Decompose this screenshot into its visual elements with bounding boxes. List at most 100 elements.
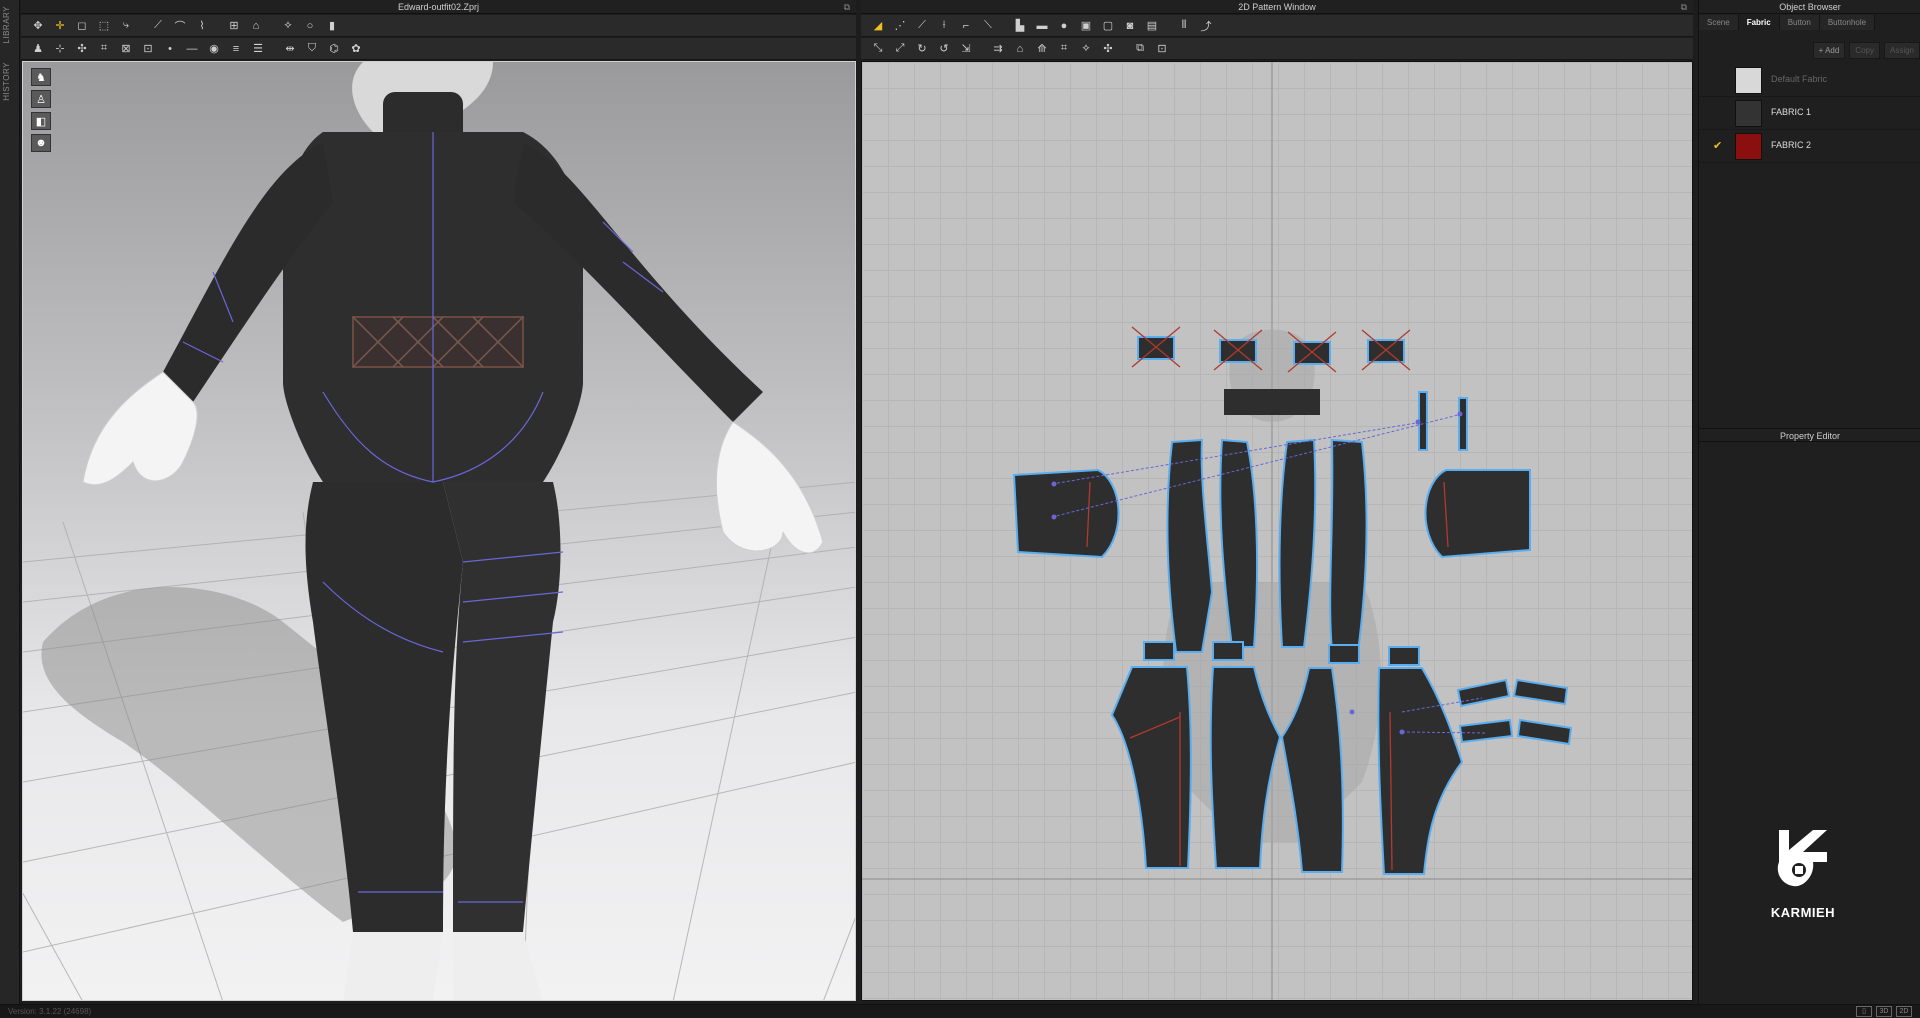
transform-texture-icon[interactable]: ⤢ xyxy=(891,40,909,58)
garment-fit-icon[interactable]: ⌬ xyxy=(325,40,343,58)
pattern-piece-back-right[interactable] xyxy=(1329,438,1368,653)
pattern-piece-band[interactable] xyxy=(1456,678,1511,708)
library-tab[interactable]: LIBRARY xyxy=(2,6,11,44)
pattern-piece-cuff[interactable] xyxy=(1137,336,1175,360)
tack-icon[interactable]: ✣ xyxy=(73,40,91,58)
ellipse-icon[interactable]: ⟍ xyxy=(979,17,997,35)
fabric-item[interactable]: Default Fabric xyxy=(1699,64,1920,97)
pattern-piece-front-left[interactable] xyxy=(1166,438,1214,653)
assign-fabric-button[interactable]: Assign xyxy=(1883,42,1920,59)
layout-2d-icon[interactable]: 2D xyxy=(1896,1006,1912,1017)
sew-check-icon[interactable]: ⟡ xyxy=(1077,40,1095,58)
internal-circle-icon[interactable]: ● xyxy=(1055,17,1073,35)
sew-icon[interactable]: ⌗ xyxy=(95,40,113,58)
tab-fabric[interactable]: Fabric xyxy=(1738,15,1780,30)
viewport-3d[interactable]: ♞ ♙ ◧ ☻ xyxy=(22,61,856,1001)
shirring-icon[interactable]: ☰ xyxy=(249,40,267,58)
internal-rect-icon[interactable]: ▬ xyxy=(1033,17,1051,35)
pattern-piece-pant-front[interactable] xyxy=(1110,666,1192,869)
free-sewing-icon[interactable]: ▤ xyxy=(1143,17,1161,35)
pattern-piece-band[interactable] xyxy=(1512,678,1569,706)
measure-icon[interactable]: — xyxy=(183,40,201,58)
notch-icon[interactable]: ▢ xyxy=(1099,17,1117,35)
garment-icon[interactable]: ⌂ xyxy=(247,17,265,35)
layout-3d-icon[interactable]: 3D xyxy=(1876,1006,1892,1017)
box-select-icon[interactable]: ⬚ xyxy=(95,17,113,35)
internal-line-icon[interactable]: ▙ xyxy=(1011,17,1029,35)
point-icon[interactable]: • xyxy=(161,40,179,58)
pattern-piece-collar[interactable] xyxy=(1224,389,1320,415)
history-tab[interactable]: HISTORY xyxy=(2,62,11,101)
stitch-icon[interactable]: ≡ xyxy=(227,40,245,58)
select-icon[interactable]: ◻ xyxy=(73,17,91,35)
layout-single-icon[interactable]: ▯ xyxy=(1856,1006,1872,1017)
transform-icon[interactable]: ✛ xyxy=(51,17,69,35)
tab-buttonhole[interactable]: Buttonhole xyxy=(1819,15,1876,30)
simulation-icon[interactable]: ✿ xyxy=(347,40,365,58)
cut-curve-icon[interactable]: ↺ xyxy=(935,40,953,58)
curve-point-icon[interactable]: ⟋ xyxy=(913,17,931,35)
fitting-icon[interactable]: ⛉ xyxy=(303,40,321,58)
polygon-icon[interactable]: ⟊ xyxy=(935,17,953,35)
undock-icon[interactable]: ⧉ xyxy=(1681,0,1687,14)
tape-icon[interactable]: ◉ xyxy=(205,40,223,58)
curve-icon[interactable]: ⌒ xyxy=(171,17,189,35)
undock-icon[interactable]: ⧉ xyxy=(844,0,850,14)
panel2d-header: 2D Pattern Window ⧉ xyxy=(861,0,1693,14)
tab-scene[interactable]: Scene xyxy=(1699,15,1739,30)
pattern-piece-waist[interactable] xyxy=(1328,644,1360,664)
line-icon[interactable]: ⟋ xyxy=(149,17,167,35)
fold-arrangement-icon[interactable]: ⊠ xyxy=(117,40,135,58)
avatar-icon[interactable]: ♟ xyxy=(29,40,47,58)
fold-icon[interactable]: ⌂ xyxy=(1011,40,1029,58)
skin-offset-icon[interactable]: ⊡ xyxy=(139,40,157,58)
arrange-icon[interactable]: ○ xyxy=(301,17,319,35)
viewport-2d[interactable] xyxy=(861,61,1693,1001)
point-icon[interactable]: ⋰ xyxy=(891,17,909,35)
dart-icon[interactable]: ▣ xyxy=(1077,17,1095,35)
rotate-icon[interactable]: ↻ xyxy=(913,40,931,58)
pattern-piece-strip[interactable] xyxy=(1458,397,1468,451)
seam-icon[interactable]: ⟡ xyxy=(279,17,297,35)
tab-button[interactable]: Button xyxy=(1779,15,1820,30)
split-icon[interactable]: ⇲ xyxy=(957,40,975,58)
grain-icon[interactable]: ⇉ xyxy=(989,40,1007,58)
pattern-piece-waist[interactable] xyxy=(1212,641,1244,661)
display-skin-icon[interactable]: ☻ xyxy=(31,134,51,152)
cut-icon[interactable]: ⤷ xyxy=(117,17,135,35)
symmetry-icon[interactable]: ⟰ xyxy=(1033,40,1051,58)
segment-sewing-icon[interactable]: ◙ xyxy=(1121,17,1139,35)
fabric-item[interactable]: ✔ FABRIC 2 xyxy=(1699,130,1920,163)
display-avatar-icon[interactable]: ♞ xyxy=(31,68,51,86)
pattern-piece-band[interactable] xyxy=(1516,718,1573,746)
pattern-piece-right-sleeve[interactable] xyxy=(1424,469,1531,559)
notch-icon[interactable]: ✣ xyxy=(1099,40,1117,58)
fabric-item[interactable]: FABRIC 1 xyxy=(1699,97,1920,130)
pattern-piece-cuff[interactable] xyxy=(1367,339,1405,363)
pleat-icon[interactable]: ⇹ xyxy=(281,40,299,58)
pattern-piece-cuff[interactable] xyxy=(1219,339,1257,363)
display-texture-icon[interactable]: ◧ xyxy=(31,112,51,130)
arrange-icon[interactable]: ⧉ xyxy=(1131,40,1149,58)
pattern-piece-waist[interactable] xyxy=(1143,641,1175,661)
ruler-icon[interactable]: ▮ xyxy=(323,17,341,35)
layout-icon[interactable]: ⊡ xyxy=(1153,40,1171,58)
pattern-piece-cuff[interactable] xyxy=(1293,341,1331,365)
toolbar3d-row1: ✥ ✛ ◻ ⬚ ⤷ ⟋ ⌒ ⌇ ⊞ ⌂ ⟡ ○ ▮ xyxy=(21,15,856,37)
pattern-piece-waist[interactable] xyxy=(1388,646,1420,666)
grading-icon[interactable]: ⌗ xyxy=(1055,40,1073,58)
pattern-piece-left-sleeve[interactable] xyxy=(1012,468,1120,559)
edit-pattern-icon[interactable]: ◢ xyxy=(869,17,887,35)
copy-fabric-button[interactable]: Copy xyxy=(1849,42,1880,59)
rectangle-icon[interactable]: ⌐ xyxy=(957,17,975,35)
fold-icon[interactable]: ⌇ xyxy=(193,17,211,35)
display-garment-icon[interactable]: ♙ xyxy=(31,90,51,108)
fabric-icon[interactable]: ⊞ xyxy=(225,17,243,35)
pin-icon[interactable]: ⊹ xyxy=(51,40,69,58)
edit-texture-icon[interactable]: ⤡ xyxy=(869,40,887,58)
trace-icon[interactable]: ⤴ xyxy=(1197,17,1215,35)
topstitch-icon[interactable]: ⦀ xyxy=(1175,17,1193,35)
pattern-piece-band[interactable] xyxy=(1458,718,1514,744)
move-icon[interactable]: ✥ xyxy=(29,17,47,35)
add-fabric-button[interactable]: + Add xyxy=(1812,42,1846,59)
